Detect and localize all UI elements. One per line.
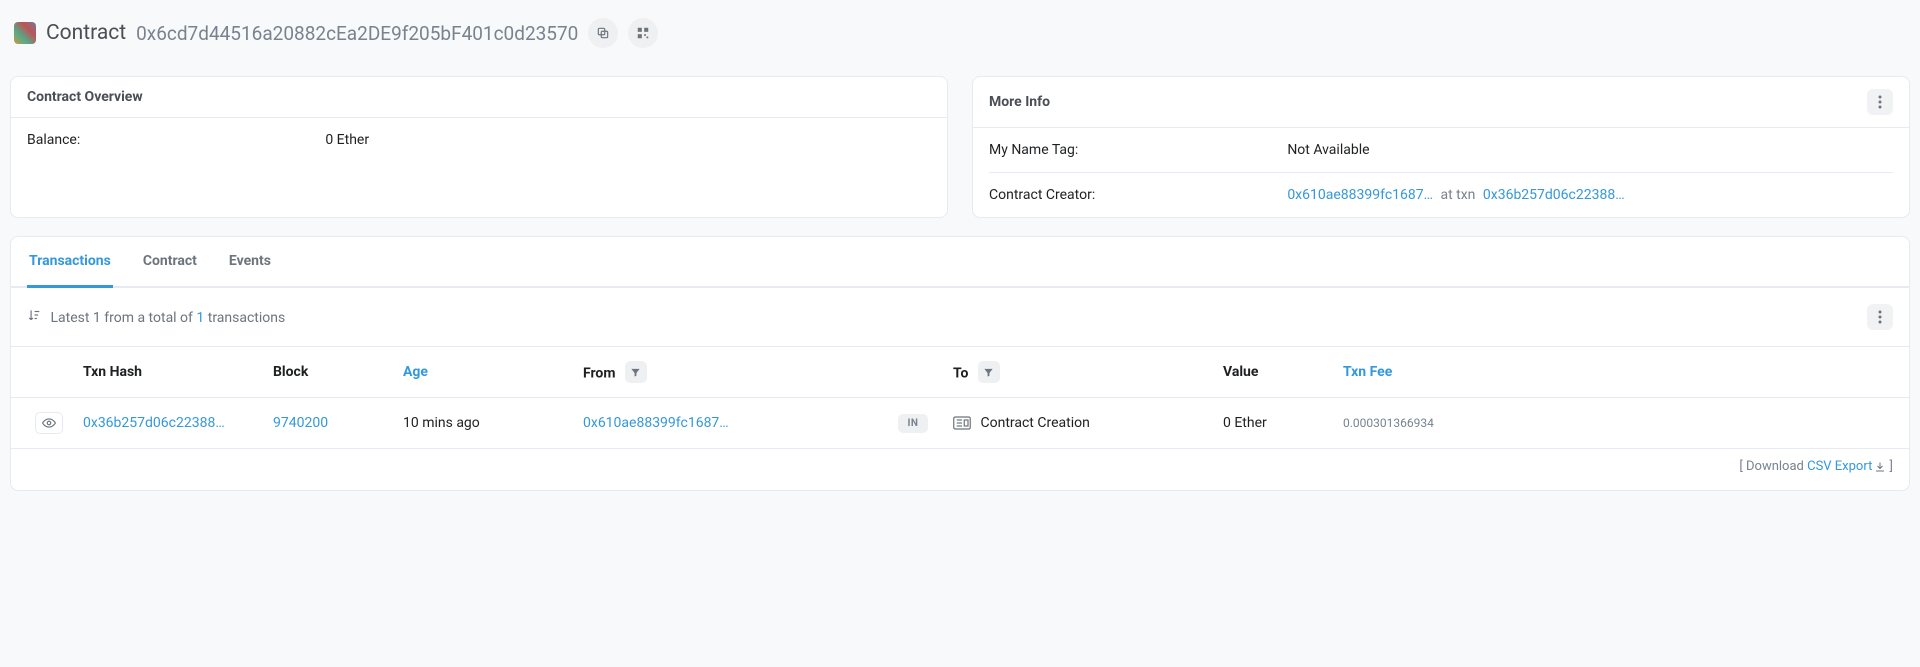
more-info-title: More Info [989, 94, 1050, 110]
copy-address-button[interactable] [588, 18, 618, 48]
balance-value: 0 Ether [325, 132, 931, 148]
col-to-label: To [953, 366, 968, 382]
table-footer: [ Download CSV Export ] [11, 449, 1909, 490]
from-address-link[interactable]: 0x610ae88399fc1687… [583, 415, 729, 431]
creator-txn-link[interactable]: 0x36b257d06c22388… [1483, 187, 1625, 203]
col-block: Block [263, 347, 393, 398]
creator-label: Contract Creator: [989, 187, 1287, 203]
at-txn-text: at txn [1440, 187, 1475, 203]
more-info-menu-button[interactable] [1867, 89, 1893, 115]
name-tag-label: My Name Tag: [989, 142, 1287, 158]
transactions-card: Transactions Contract Events Latest 1 fr… [10, 236, 1910, 491]
sort-icon [27, 310, 44, 326]
info-cards-row: Contract Overview Balance: 0 Ether More … [10, 76, 1910, 218]
name-tag-value: Not Available [1287, 142, 1893, 158]
col-txn-fee[interactable]: Txn Fee [1333, 347, 1909, 398]
download-icon [1874, 461, 1886, 473]
name-tag-row: My Name Tag: Not Available [989, 128, 1893, 172]
list-summary-suffix: transactions [204, 310, 285, 326]
tabs: Transactions Contract Events [11, 237, 1909, 288]
col-to: To [943, 347, 1213, 398]
balance-row: Balance: 0 Ether [27, 118, 931, 162]
col-txn-hash: Txn Hash [73, 347, 263, 398]
transactions-table: Txn Hash Block Age From To Value [11, 346, 1909, 449]
contract-overview-title: Contract Overview [11, 77, 947, 118]
download-suffix: ] [1886, 459, 1893, 474]
tab-events[interactable]: Events [227, 237, 273, 288]
more-info-card: More Info My Name Tag: Not Available Con… [972, 76, 1910, 218]
page-header: Contract 0x6cd7d44516a20882cEa2DE9f205bF… [10, 10, 1910, 58]
txn-hash-link[interactable]: 0x36b257d06c22388… [83, 415, 225, 431]
csv-export-label: CSV Export [1807, 459, 1872, 474]
from-filter-button[interactable] [625, 361, 647, 383]
contract-overview-card: Contract Overview Balance: 0 Ether [10, 76, 948, 218]
qr-code-button[interactable] [628, 18, 658, 48]
csv-export-link[interactable]: CSV Export [1807, 459, 1886, 474]
transactions-menu-button[interactable] [1867, 304, 1893, 330]
page-title-label: Contract [46, 21, 126, 45]
to-filter-button[interactable] [978, 361, 1000, 383]
table-row: 0x36b257d06c22388… 9740200 10 mins ago 0… [11, 398, 1909, 449]
col-from-label: From [583, 366, 615, 382]
txn-value: 0 Ether [1213, 398, 1333, 449]
download-prefix: [ Download [1739, 459, 1807, 474]
list-meta-row: Latest 1 from a total of 1 transactions [11, 288, 1909, 346]
creator-address-link[interactable]: 0x610ae88399fc1687… [1287, 187, 1433, 203]
list-summary-prefix: Latest 1 from a total of [50, 310, 196, 326]
balance-label: Balance: [27, 132, 325, 148]
col-from: From [573, 347, 883, 398]
col-age[interactable]: Age [393, 347, 573, 398]
creator-row: Contract Creator: 0x610ae88399fc1687… at… [989, 172, 1893, 217]
contract-creation-icon [953, 416, 971, 430]
direction-badge: IN [898, 414, 929, 433]
txn-fee: 0.000301366934 [1333, 398, 1909, 449]
block-link[interactable]: 9740200 [273, 415, 328, 431]
col-value: Value [1213, 347, 1333, 398]
tab-contract[interactable]: Contract [141, 237, 199, 288]
view-txn-details-button[interactable] [35, 412, 63, 434]
to-value: Contract Creation [980, 415, 1089, 431]
tab-transactions[interactable]: Transactions [27, 237, 113, 288]
page-title-address: 0x6cd7d44516a20882cEa2DE9f205bF401c0d235… [136, 22, 578, 45]
contract-identicon [14, 22, 36, 44]
txn-age: 10 mins ago [393, 398, 573, 449]
